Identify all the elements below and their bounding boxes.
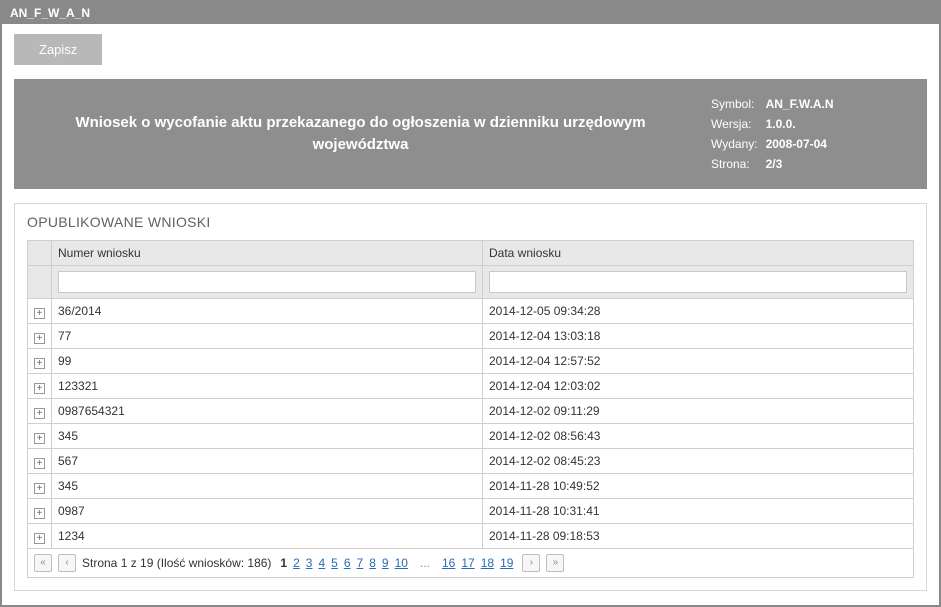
meta-version-label: Wersja:: [711, 115, 764, 133]
plus-icon[interactable]: +: [34, 358, 45, 369]
cell-date: 2014-12-04 12:03:02: [483, 374, 914, 399]
app-window: AN_F_W_A_N Zapisz Wniosek o wycofanie ak…: [0, 0, 941, 607]
window-title: AN_F_W_A_N: [10, 6, 90, 20]
plus-icon[interactable]: +: [34, 433, 45, 444]
expand-cell[interactable]: +: [28, 299, 52, 324]
form-header: Wniosek o wycofanie aktu przekazanego do…: [14, 79, 927, 189]
page-next-button[interactable]: ›: [522, 554, 540, 572]
expand-cell[interactable]: +: [28, 474, 52, 499]
form-meta: Symbol: AN_F.W.A.N Wersja: 1.0.0. Wydany…: [709, 93, 909, 175]
table-row[interactable]: +992014-12-04 12:57:52: [28, 349, 914, 374]
page-link[interactable]: 19: [497, 556, 516, 570]
table-row[interactable]: +5672014-12-02 08:45:23: [28, 449, 914, 474]
table-row[interactable]: +09876543212014-12-02 09:11:29: [28, 399, 914, 424]
plus-icon[interactable]: +: [34, 333, 45, 344]
page-link[interactable]: 2: [290, 556, 303, 570]
cell-number: 1234: [52, 524, 483, 549]
window-content: Zapisz Wniosek o wycofanie aktu przekaza…: [2, 24, 939, 605]
page-first-button[interactable]: «: [34, 554, 52, 572]
col-date-header[interactable]: Data wniosku: [483, 241, 914, 266]
meta-version-value: 1.0.0.: [766, 115, 840, 133]
pager: « ‹ Strona 1 z 19 (Ilość wniosków: 186) …: [27, 549, 914, 578]
plus-icon[interactable]: +: [34, 508, 45, 519]
meta-symbol-value: AN_F.W.A.N: [766, 95, 840, 113]
cell-date: 2014-12-02 08:45:23: [483, 449, 914, 474]
cell-number: 0987: [52, 499, 483, 524]
page-current: 1: [277, 556, 290, 570]
table-row[interactable]: +3452014-12-02 08:56:43: [28, 424, 914, 449]
filter-number-input[interactable]: [58, 271, 476, 293]
page-ellipsis: ...: [417, 556, 433, 570]
cell-date: 2014-12-04 13:03:18: [483, 324, 914, 349]
page-link[interactable]: 7: [354, 556, 367, 570]
meta-issued-value: 2008-07-04: [766, 135, 840, 153]
cell-number: 345: [52, 424, 483, 449]
col-expand-header: [28, 241, 52, 266]
cell-number: 123321: [52, 374, 483, 399]
page-link[interactable]: 18: [478, 556, 497, 570]
meta-issued-label: Wydany:: [711, 135, 764, 153]
table-row[interactable]: +1233212014-12-04 12:03:02: [28, 374, 914, 399]
expand-cell[interactable]: +: [28, 524, 52, 549]
plus-icon[interactable]: +: [34, 483, 45, 494]
expand-cell[interactable]: +: [28, 499, 52, 524]
expand-cell[interactable]: +: [28, 399, 52, 424]
window-titlebar: AN_F_W_A_N: [2, 2, 939, 24]
published-requests-section: OPUBLIKOWANE WNIOSKI Numer wniosku Data …: [14, 203, 927, 591]
requests-table: Numer wniosku Data wniosku +36/20142014-…: [27, 240, 914, 549]
meta-symbol-label: Symbol:: [711, 95, 764, 113]
cell-number: 567: [52, 449, 483, 474]
meta-page-label: Strona:: [711, 155, 764, 173]
page-link[interactable]: 5: [328, 556, 341, 570]
table-row[interactable]: +3452014-11-28 10:49:52: [28, 474, 914, 499]
table-row[interactable]: +772014-12-04 13:03:18: [28, 324, 914, 349]
form-title: Wniosek o wycofanie aktu przekazanego do…: [32, 93, 709, 175]
plus-icon[interactable]: +: [34, 458, 45, 469]
filter-expand-cell: [28, 266, 52, 299]
table-row[interactable]: +36/20142014-12-05 09:34:28: [28, 299, 914, 324]
cell-date: 2014-12-02 09:11:29: [483, 399, 914, 424]
table-row[interactable]: +09872014-11-28 10:31:41: [28, 499, 914, 524]
col-number-header[interactable]: Numer wniosku: [52, 241, 483, 266]
table-row[interactable]: +12342014-11-28 09:18:53: [28, 524, 914, 549]
cell-date: 2014-11-28 10:31:41: [483, 499, 914, 524]
cell-date: 2014-12-02 08:56:43: [483, 424, 914, 449]
expand-cell[interactable]: +: [28, 374, 52, 399]
expand-cell[interactable]: +: [28, 324, 52, 349]
save-button[interactable]: Zapisz: [14, 34, 102, 65]
page-link[interactable]: 16: [439, 556, 458, 570]
cell-number: 77: [52, 324, 483, 349]
cell-number: 345: [52, 474, 483, 499]
cell-date: 2014-11-28 10:49:52: [483, 474, 914, 499]
expand-cell[interactable]: +: [28, 424, 52, 449]
filter-date-input[interactable]: [489, 271, 907, 293]
plus-icon[interactable]: +: [34, 383, 45, 394]
plus-icon[interactable]: +: [34, 308, 45, 319]
cell-number: 99: [52, 349, 483, 374]
page-link[interactable]: 3: [303, 556, 316, 570]
page-last-button[interactable]: »: [546, 554, 564, 572]
page-link[interactable]: 10: [392, 556, 411, 570]
pager-summary: Strona 1 z 19 (Ilość wniosków: 186): [82, 556, 271, 570]
cell-number: 36/2014: [52, 299, 483, 324]
plus-icon[interactable]: +: [34, 533, 45, 544]
meta-page-value: 2/3: [766, 155, 840, 173]
page-link[interactable]: 17: [458, 556, 477, 570]
plus-icon[interactable]: +: [34, 408, 45, 419]
page-link[interactable]: 9: [379, 556, 392, 570]
cell-number: 0987654321: [52, 399, 483, 424]
page-link[interactable]: 4: [315, 556, 328, 570]
cell-date: 2014-11-28 09:18:53: [483, 524, 914, 549]
cell-date: 2014-12-04 12:57:52: [483, 349, 914, 374]
expand-cell[interactable]: +: [28, 449, 52, 474]
section-title: OPUBLIKOWANE WNIOSKI: [27, 214, 914, 230]
page-link[interactable]: 6: [341, 556, 354, 570]
cell-date: 2014-12-05 09:34:28: [483, 299, 914, 324]
page-prev-button[interactable]: ‹: [58, 554, 76, 572]
expand-cell[interactable]: +: [28, 349, 52, 374]
page-link[interactable]: 8: [366, 556, 379, 570]
